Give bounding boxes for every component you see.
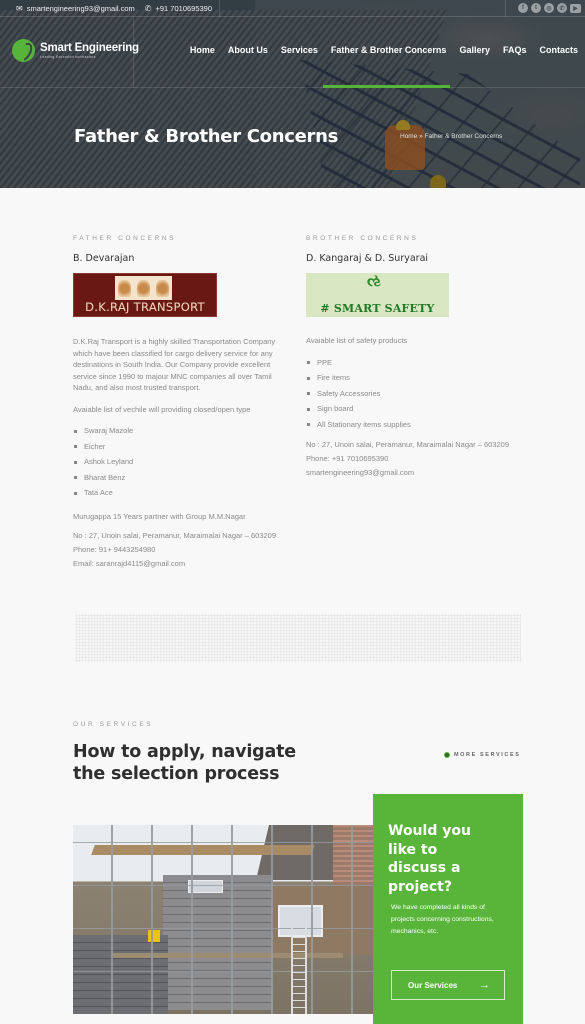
more-services-link[interactable]: MORE SERVICES — [444, 752, 521, 758]
list-item: Ashok Leyland — [73, 454, 293, 470]
topbar-divider — [505, 0, 506, 17]
smart-safety-logo-text: # SMART SAFETY — [320, 301, 435, 315]
topbar-email: smartengineering93@gmail.com — [26, 3, 135, 13]
dkraj-transport-logo: D.K.RAJ TRANSPORT — [73, 273, 293, 317]
logo-tagline: Leading Execution contractors — [40, 55, 96, 59]
topbar-phone-link[interactable]: ✆ +91 7010695390 — [145, 4, 212, 13]
nav-father-brother-concerns[interactable]: Father & Brother Concerns — [322, 45, 450, 88]
logo-name: Smart Engineering — [40, 42, 139, 54]
list-item: Fire items — [306, 370, 526, 386]
father-concerns-section: FATHER CONCERNS B. Devarajan D.K.RAJ TRA… — [73, 233, 293, 571]
list-item: Safety Accessories — [306, 386, 526, 402]
brother-phone: Phone: +91 7010695390 — [306, 454, 389, 464]
whatsapp-icon[interactable]: ✆ — [557, 3, 567, 13]
main-navbar: Smart Engineering Leading Execution cont… — [0, 18, 585, 88]
phone-icon: ✆ — [144, 3, 152, 13]
brother-concerns-section: BROTHER CONCERNS D. Kangaraj & D. Suryar… — [306, 233, 526, 480]
father-email: Email: saranrajd4115@gmail.com — [73, 559, 186, 569]
services-heading: How to apply, navigate the selection pro… — [73, 742, 296, 784]
father-address: No : 27, Unoin salai, Peramanur, Maraima… — [73, 531, 277, 541]
twitter-icon[interactable]: t — [531, 3, 541, 13]
product-list-intro: Avaiable list of safety products — [306, 336, 408, 345]
top-bar: ✉ smartengineering93@gmail.com ✆ +91 701… — [0, 0, 585, 17]
construction-photo — [73, 825, 373, 1014]
discuss-project-card: Would you like to discuss a project? We … — [373, 794, 523, 1024]
list-item: PPE — [306, 355, 526, 371]
our-services-button[interactable]: Our Services → — [391, 970, 505, 1000]
social-links: f t ◎ ✆ ▶ — [518, 3, 581, 13]
section-eyebrow: FATHER CONCERNS — [73, 235, 177, 242]
list-item: Eicher — [73, 439, 293, 455]
vehicle-list: Swaraj Mazole Eicher Ashok Leyland Bhara… — [73, 423, 293, 501]
brother-email: smartengineering93@gmail.com — [306, 468, 415, 478]
youtube-icon[interactable]: ▶ — [570, 4, 581, 13]
list-item: Bharat Benz — [73, 470, 293, 486]
brother-names: D. Kangaraj & D. Suryarai — [306, 252, 429, 264]
topbar-divider — [219, 0, 220, 17]
product-list: PPE Fire items Safety Accessories Sign b… — [306, 355, 526, 433]
cta-title: Would you like to discuss a project? — [388, 823, 471, 895]
emblem-icons — [115, 276, 172, 300]
list-item: Sign board — [306, 401, 526, 417]
services-eyebrow: OUR SERVICES — [73, 721, 154, 728]
dkraj-logo-text: D.K.RAJ TRANSPORT — [85, 299, 205, 314]
page-header: ✉ smartengineering93@gmail.com ✆ +91 701… — [0, 0, 585, 188]
brother-contact: No : 27, Unoin salai, Peramanur, Maraima… — [306, 438, 526, 480]
nav-faqs[interactable]: FAQs — [503, 45, 527, 55]
nav-about-us[interactable]: About Us — [228, 45, 268, 55]
more-services-label: MORE SERVICES — [454, 752, 521, 758]
list-item: All Stationary items supplies — [306, 417, 526, 433]
smart-safety-logo: ઌ # SMART SAFETY — [306, 273, 526, 317]
vehicle-list-intro: Avaiable list of vechile will providing … — [73, 404, 251, 414]
navbar-divider — [133, 18, 134, 88]
nav-contacts[interactable]: Contacts — [539, 45, 578, 55]
our-services-label: Our Services — [408, 980, 458, 990]
list-item: Tata Ace — [73, 485, 293, 501]
father-phone: Phone: 91+ 9443254980 — [73, 545, 156, 555]
breadcrumb[interactable]: Home » Father & Brother Concerns — [400, 133, 502, 140]
nav-home[interactable]: Home — [190, 45, 215, 55]
cta-text: We have completed all kinds of projects … — [391, 904, 494, 935]
partner-text: Murugappa 15 Years partner with Group M.… — [73, 511, 246, 521]
brother-address: No : 27, Unoin salai, Peramanur, Maraima… — [306, 440, 510, 450]
section-eyebrow: BROTHER CONCERNS — [306, 235, 419, 242]
main-nav: Home About Us Services Father & Brother … — [190, 45, 578, 88]
list-item: Swaraj Mazole — [73, 423, 293, 439]
instagram-icon[interactable]: ◎ — [544, 3, 554, 13]
facebook-icon[interactable]: f — [518, 3, 528, 13]
logo-mark-icon — [12, 39, 35, 62]
father-contact: No : 27, Unoin salai, Peramanur, Maraima… — [73, 529, 293, 571]
father-description: D.K.Raj Transport is a highly skilled Tr… — [73, 337, 276, 392]
topbar-email-link[interactable]: ✉ smartengineering93@gmail.com — [16, 4, 135, 13]
dotted-pattern-divider — [75, 614, 521, 662]
circle-dot-icon — [444, 752, 450, 758]
father-name: B. Devarajan — [73, 252, 135, 264]
topbar-phone: +91 7010695390 — [155, 3, 213, 13]
arrow-right-icon: → — [479, 979, 490, 991]
envelope-icon: ✉ — [16, 3, 23, 13]
nav-gallery[interactable]: Gallery — [459, 45, 490, 55]
nav-services[interactable]: Services — [281, 45, 318, 55]
swirl-icon: ઌ — [367, 273, 382, 290]
site-logo[interactable]: Smart Engineering Leading Execution cont… — [12, 39, 139, 62]
page-title: Father & Brother Concerns — [74, 126, 339, 147]
